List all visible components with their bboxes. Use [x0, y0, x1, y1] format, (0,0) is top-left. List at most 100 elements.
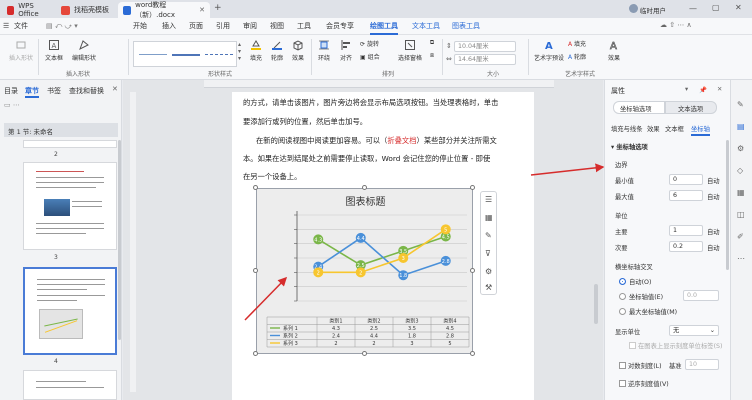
subtab-effects[interactable]: 效果 — [647, 124, 660, 133]
edit-shape-button[interactable]: 编辑形状 — [70, 39, 98, 62]
nav-tab-find-replace[interactable]: 查找和替换 — [69, 86, 104, 96]
new-tab-button[interactable]: + — [214, 3, 222, 13]
resize-handle-bl[interactable] — [253, 351, 258, 356]
sidebar-chart-icon[interactable]: ◫ — [737, 210, 745, 219]
max-auto-button[interactable]: 自动 — [707, 192, 720, 201]
vertical-ruler[interactable] — [130, 92, 136, 392]
menu-review[interactable]: 审阅 — [243, 21, 257, 31]
wrap-button[interactable]: 环绕 — [314, 39, 334, 62]
page-thumbnail-5[interactable] — [23, 370, 117, 400]
menu-drawing-tools[interactable]: 绘图工具 — [370, 21, 398, 35]
menu-tools[interactable]: 工具 — [297, 21, 311, 31]
layout-options-icon[interactable]: ☰ — [485, 195, 492, 204]
document-scrollbar[interactable] — [594, 284, 598, 324]
textbox-button[interactable]: A 文本框 — [40, 39, 68, 62]
insert-shape-button[interactable]: 插入形状 — [6, 39, 36, 62]
cross-value-radio[interactable] — [619, 293, 626, 300]
min-auto-button[interactable]: 自动 — [707, 176, 720, 185]
gallery-scroll-icon[interactable]: ▴ ▾ ▾ — [238, 41, 241, 62]
tab-text-options[interactable]: 文本选项 — [665, 101, 717, 114]
rotate-button[interactable]: ⟳ 旋转 — [360, 39, 394, 48]
resize-handle-br[interactable] — [470, 351, 475, 356]
page-thumbnail-4[interactable] — [23, 267, 117, 355]
chart-elements-icon[interactable]: ▦ — [485, 213, 493, 222]
hamburger-icon[interactable]: ☰ — [3, 22, 9, 30]
tab-axis-options[interactable]: 坐标轴选项 — [613, 101, 665, 114]
page-thumbnail-3[interactable] — [23, 162, 117, 250]
log-scale-checkbox[interactable] — [619, 362, 626, 369]
cross-max-radio[interactable] — [619, 308, 626, 315]
nav-options-icon[interactable]: ▭ ⋯ — [4, 101, 20, 109]
tab-docer[interactable]: 找稻壳模板 — [56, 2, 116, 18]
major-input[interactable]: 1 — [669, 225, 703, 236]
min-input[interactable]: 0 — [669, 174, 703, 185]
panel-scrollbar[interactable] — [726, 140, 729, 270]
sidebar-edit-icon[interactable]: ✐ — [737, 232, 744, 241]
nav-tab-bookmarks[interactable]: 书签 — [47, 86, 61, 96]
chart-more-icon[interactable]: ⚒ — [485, 283, 492, 292]
menu-home[interactable]: 开始 — [133, 21, 147, 31]
selection-pane-button[interactable]: 选择窗格 — [398, 39, 422, 62]
tab-wps-office[interactable]: WPS Office — [2, 2, 54, 18]
chart-style-icon[interactable]: ✎ — [485, 231, 492, 240]
sidebar-more-icon[interactable]: ⋯ — [737, 254, 745, 263]
menu-text-tools[interactable]: 文本工具 — [412, 21, 440, 31]
menu-insert[interactable]: 插入 — [162, 21, 176, 31]
doc-highlight-link[interactable]: 折叠文档 — [387, 136, 416, 145]
text-outline-button[interactable]: A 轮廓 — [568, 52, 600, 61]
minimize-icon[interactable]: — — [689, 4, 697, 13]
avatar[interactable] — [629, 4, 638, 13]
sidebar-shape-icon[interactable]: ◇ — [737, 166, 743, 175]
effects-button[interactable]: 效果 — [288, 39, 308, 62]
menu-view[interactable]: 视图 — [270, 21, 284, 31]
maximize-icon[interactable]: ▢ — [712, 3, 720, 12]
subtab-textbox[interactable]: 文本框 — [665, 124, 684, 133]
subtab-axis[interactable]: 坐标轴 — [691, 124, 710, 136]
sidebar-table-icon[interactable]: ▦ — [737, 188, 745, 197]
resize-handle-ml[interactable] — [253, 268, 258, 273]
text-fill-button[interactable]: A 填充 — [568, 39, 600, 48]
close-window-icon[interactable]: ✕ — [735, 3, 742, 12]
chart-filter-icon[interactable]: ⊽ — [485, 249, 491, 258]
outline-button[interactable]: 轮廓 — [267, 39, 287, 62]
minor-auto-button[interactable]: 自动 — [707, 243, 720, 252]
sidebar-format-icon[interactable]: ✎ — [737, 100, 744, 109]
menu-member[interactable]: 会员专享 — [326, 21, 354, 31]
resize-handle-mr[interactable] — [470, 268, 475, 273]
panel-menu-icon[interactable]: ▾ — [685, 86, 688, 93]
close-tab-icon[interactable]: ✕ — [199, 6, 205, 14]
align-button[interactable]: 对齐 — [336, 39, 356, 62]
minor-input[interactable]: 0.2 — [669, 241, 703, 252]
show-units-checkbox[interactable] — [629, 342, 636, 349]
group-button[interactable]: ▣ 组合 — [360, 52, 394, 61]
toolbar-right-icons[interactable]: ☁ ⇧ ⋯ ∧ — [660, 21, 692, 29]
resize-handle-tc[interactable] — [362, 185, 367, 190]
menu-page[interactable]: 页面 — [189, 21, 203, 31]
chart-plot[interactable]: 4.3 2.5 3.5 4.5 2.4 4.4 1.8 2.8 2 2 3 5 类别1 类别2 类别3 类别4… — [257, 189, 474, 355]
menu-references[interactable]: 引用 — [216, 21, 230, 31]
text-effects-button[interactable]: A 效果 — [603, 39, 625, 62]
nav-tab-toc[interactable]: 目录 — [4, 86, 18, 96]
resize-handle-tr[interactable] — [470, 185, 475, 190]
reverse-checkbox[interactable] — [619, 380, 626, 387]
base-input[interactable]: 10 — [685, 359, 719, 370]
menu-file[interactable]: 文件 — [14, 21, 28, 31]
width-input[interactable]: 14.64厘米 — [454, 54, 516, 65]
section-header[interactable]: 第 1 节: 未命名 — [4, 123, 118, 137]
shape-style-gallery[interactable] — [133, 41, 237, 67]
horizontal-ruler[interactable] — [204, 80, 554, 88]
page-thumbnail-2[interactable] — [23, 140, 117, 148]
close-panel-icon[interactable]: ✕ — [717, 86, 722, 93]
max-input[interactable]: 6 — [669, 190, 703, 201]
nav-scrollbar[interactable] — [118, 140, 121, 340]
quick-access-icon[interactable]: ▤ ⤺ ⤻ ▾ — [46, 22, 78, 31]
chart-object[interactable]: 图表标题 4.32.53.54.52.44.41.82.82235类别1类别2类… — [256, 188, 473, 354]
sidebar-properties-icon[interactable]: ▤ — [737, 122, 745, 131]
subtab-fill-line[interactable]: 填充与线条 — [611, 124, 642, 133]
send-backward-button[interactable]: ⧈ — [426, 52, 438, 60]
chart-settings-icon[interactable]: ⚙ — [485, 267, 492, 276]
sidebar-settings-icon[interactable]: ⚙ — [737, 144, 744, 153]
tab-document[interactable]: word教程（新）.docx ✕ — [118, 1, 210, 19]
menu-chart-tools[interactable]: 图表工具 — [452, 21, 480, 31]
major-auto-button[interactable]: 自动 — [707, 227, 720, 236]
